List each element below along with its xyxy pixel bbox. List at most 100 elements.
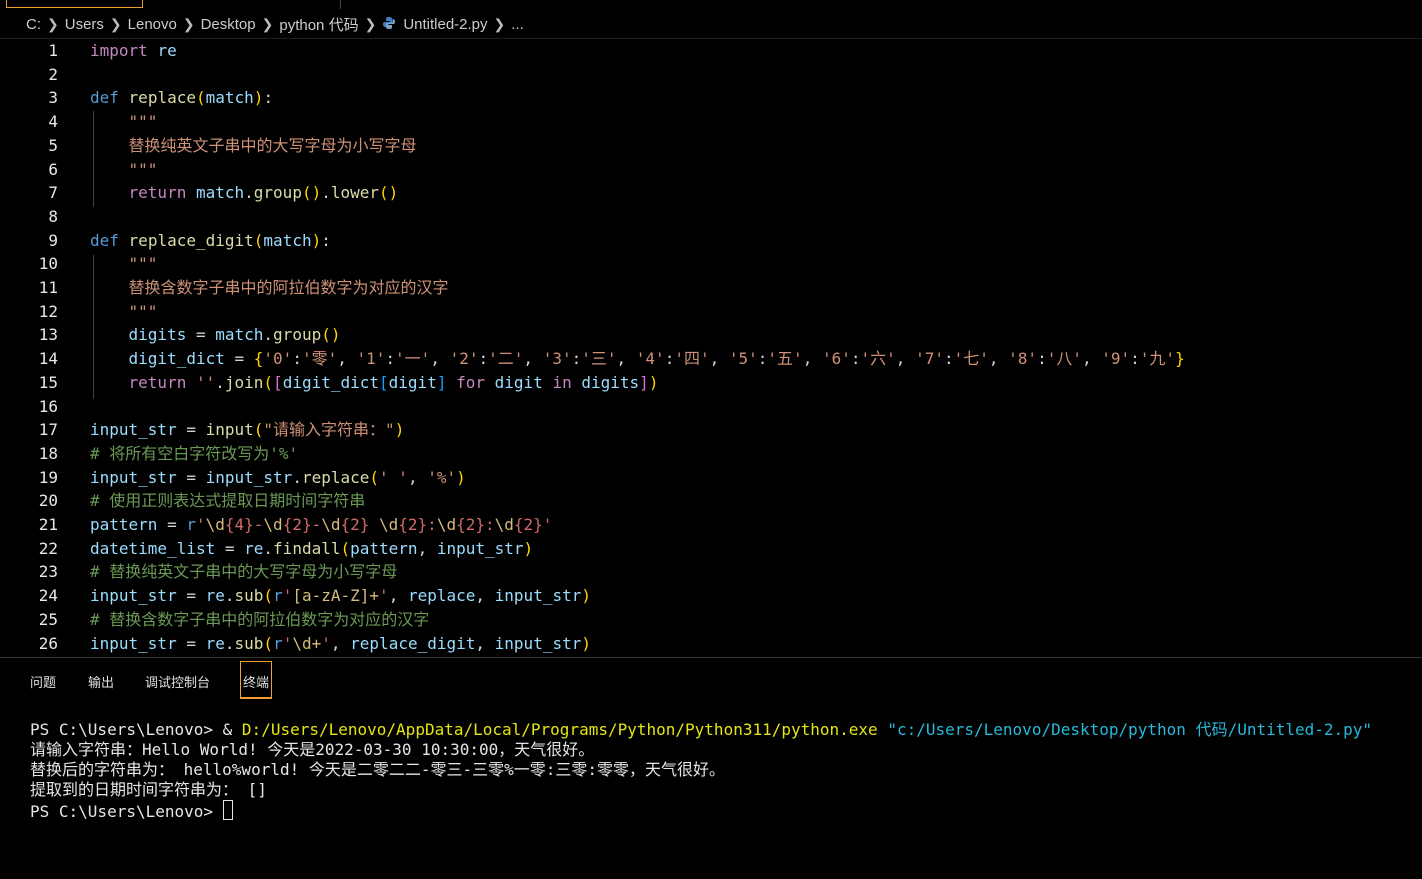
code-token: {2}:	[398, 515, 437, 534]
code-token: .	[224, 586, 235, 606]
code-line[interactable]: 23 # 替换纯英文子串中的大写字母为小写字母	[0, 560, 1422, 584]
code-token: """	[128, 112, 158, 132]
code-line[interactable]: 5 替换纯英文子串中的大写字母为小写字母	[0, 134, 1422, 158]
code-line[interactable]: 6 """	[0, 158, 1422, 182]
terminal-output[interactable]: PS C:\Users\Lenovo> & D:/Users/Lenovo/Ap…	[30, 720, 1372, 822]
code-text: """	[90, 158, 158, 182]
code-token: :	[664, 349, 675, 369]
code-token: (	[263, 586, 274, 606]
code-token: in	[552, 372, 572, 392]
tab-problems[interactable]: 问题	[30, 672, 56, 691]
code-token: for	[456, 372, 486, 392]
code-token: def	[90, 88, 119, 108]
line-number: 5	[48, 135, 58, 155]
code-token: def	[90, 230, 119, 250]
code-token: \d	[321, 515, 341, 534]
code-token: )	[456, 467, 466, 487]
code-token: # 替换含数字子串中的阿拉伯数字为对应的汉字	[90, 609, 430, 629]
code-line[interactable]: 13 digits = match.group()	[0, 323, 1422, 347]
code-token: {2}-	[282, 515, 322, 534]
code-token: replace	[301, 467, 370, 487]
code-token: group	[273, 325, 322, 345]
code-token: )	[581, 586, 591, 606]
breadcrumb-item-drive[interactable]: C:	[26, 16, 41, 33]
code-line[interactable]: 10 """	[0, 252, 1422, 276]
code-line[interactable]: 1 import re	[0, 39, 1422, 63]
code-token: (	[195, 88, 206, 108]
code-token: )	[581, 633, 591, 653]
code-token: input_str	[90, 633, 177, 653]
code-line[interactable]: 17 input_str = input("请输入字符串：")	[0, 418, 1422, 442]
code-token: digits	[128, 325, 187, 345]
code-text: return ''.join([digit_dict[digit] for di…	[90, 371, 659, 395]
code-line[interactable]: 7 return match.group().lower()	[0, 181, 1422, 205]
code-line[interactable]: 3 def replace(match):	[0, 86, 1422, 110]
code-token: '8'	[1008, 349, 1038, 369]
breadcrumb-item-users[interactable]: Users	[65, 16, 104, 33]
line-number: 16	[38, 396, 58, 416]
code-token: ]	[639, 372, 649, 392]
code-text: pattern = r'\d{4}-\d{2}-\d{2} \d{2}:\d{2…	[90, 513, 552, 537]
code-token: )	[648, 372, 659, 392]
code-token: {2}'	[513, 515, 553, 534]
code-line[interactable]: 15 return ''.join([digit_dict[digit] for…	[0, 371, 1422, 395]
code-token: ,	[988, 349, 1009, 369]
code-token: """	[128, 254, 158, 274]
code-token: match	[195, 183, 245, 203]
chevron-right-icon: ❯	[493, 16, 506, 32]
code-token: .	[244, 183, 254, 203]
code-line[interactable]: 25 # 替换含数字子串中的阿拉伯数字为对应的汉字	[0, 608, 1422, 632]
code-token: input_str	[90, 586, 177, 606]
code-token: '	[321, 633, 331, 653]
code-token: """	[128, 301, 158, 321]
line-number: 25	[38, 609, 58, 629]
line-number: 13	[38, 325, 58, 345]
breadcrumb-item-more[interactable]: ...	[511, 16, 524, 33]
breadcrumb-item-file[interactable]: Untitled-2.py	[403, 16, 487, 33]
code-line[interactable]: 26 input_str = re.sub(r'\d+', replace_dig…	[0, 632, 1422, 656]
code-token: '三'	[581, 349, 617, 369]
code-token: ,	[337, 349, 357, 369]
code-line[interactable]: 24 input_str = re.sub(r'[a-zA-Z]+', repla…	[0, 584, 1422, 608]
code-line[interactable]: 18 # 将所有空白字符改写为'%'	[0, 442, 1422, 466]
code-text: digit_dict = {'0':'零', '1':'一', '2':'二',…	[90, 347, 1185, 371]
line-number: 20	[38, 491, 58, 511]
code-line[interactable]: 4 """	[0, 110, 1422, 134]
tab-debug-console[interactable]: 调试控制台	[145, 672, 210, 691]
code-line[interactable]: 12 """	[0, 300, 1422, 324]
breadcrumb-item-folder[interactable]: python 代码	[279, 14, 358, 35]
code-text: """	[90, 252, 158, 276]
code-token: join	[224, 372, 264, 392]
code-line[interactable]: 20 # 使用正则表达式提取日期时间字符串	[0, 489, 1422, 513]
tab-terminal[interactable]: 终端	[240, 661, 273, 699]
code-line[interactable]: 8	[0, 205, 1422, 229]
code-token: return	[128, 372, 187, 392]
code-token: input_str	[90, 420, 177, 440]
code-token: '	[379, 586, 389, 606]
active-editor-tab[interactable]	[6, 0, 143, 8]
code-text: # 将所有空白字符改写为'%'	[90, 442, 298, 466]
code-line[interactable]: 22 datetime_list = re.findall(pattern, in…	[0, 537, 1422, 561]
code-line[interactable]: 16	[0, 395, 1422, 419]
code-line[interactable]: 21 pattern = r'\d{4}-\d{2}-\d{2} \d{2}:\d…	[0, 513, 1422, 537]
code-token: :	[321, 230, 331, 250]
breadcrumb-item-lenovo[interactable]: Lenovo	[128, 16, 177, 33]
code-token: # 使用正则表达式提取日期时间字符串	[90, 491, 366, 511]
code-token: '二'	[488, 349, 524, 369]
breadcrumb-item-desktop[interactable]: Desktop	[201, 16, 256, 33]
code-line[interactable]: 9 def replace_digit(match):	[0, 229, 1422, 253]
code-editor[interactable]: 1 import re 2 3 def replace(match): 4 """ 5 替换…	[0, 39, 1422, 657]
code-line[interactable]: 11 替换含数字子串中的阿拉伯数字为对应的汉字	[0, 276, 1422, 300]
code-token: '	[282, 586, 293, 606]
code-token: .	[263, 538, 274, 558]
code-line[interactable]: 19 input_str = input_str.replace(' ', '%'…	[0, 466, 1422, 490]
code-token: input_str	[494, 586, 582, 606]
tab-output[interactable]: 输出	[88, 672, 114, 691]
code-line[interactable]: 14 digit_dict = {'0':'零', '1':'一', '2':'…	[0, 347, 1422, 371]
code-line[interactable]: 2	[0, 63, 1422, 87]
code-text: """	[90, 300, 158, 324]
